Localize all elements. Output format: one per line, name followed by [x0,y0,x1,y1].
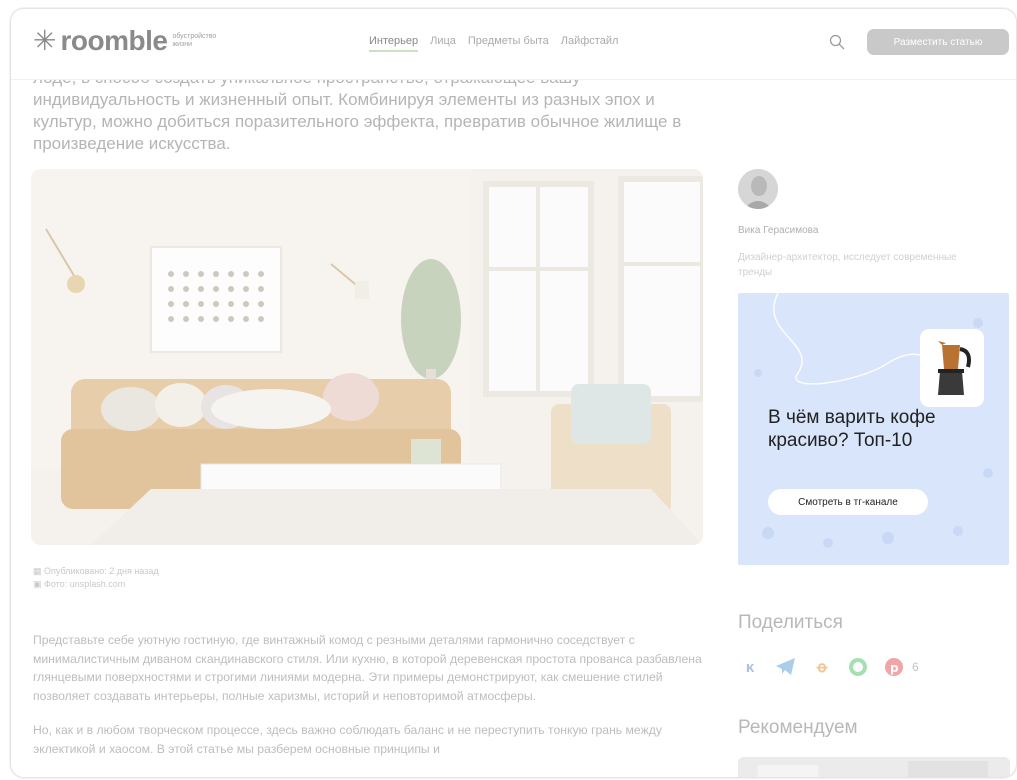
living-room-illustration [31,169,703,545]
asterisk-logo-icon: ✳ [33,25,57,56]
telegram-icon[interactable] [774,655,798,679]
photo-credit: ▣ Фото: unsplash.com [33,578,159,591]
published-text: Опубликовано: 2 дня назад [44,566,159,576]
author-avatar[interactable] [738,169,778,209]
nav-item-household[interactable]: Предметы быта [468,35,549,52]
svg-text:p: p [890,661,899,675]
promo-banner[interactable]: В чём варить кофе красиво? Топ-10 Смотре… [738,293,1009,565]
article-meta: ▦ Опубликовано: 2 дня назад ▣ Фото: unsp… [33,565,159,591]
search-icon[interactable] [829,34,845,50]
author-name[interactable]: Вика Герасимова [738,225,818,236]
moka-pot-icon [938,341,971,395]
vk-icon[interactable]: ᴋ [738,655,762,679]
coffee-maker-card [920,329,984,407]
recommended-article-image[interactable] [738,757,1010,777]
calendar-icon: ▦ [33,566,45,576]
publish-article-button[interactable]: Разместить статью [867,29,1009,55]
odnoklassniki-icon[interactable]: ꝋ [810,655,834,679]
site-logo[interactable]: ✳ roomble обустройство жизни [33,25,232,57]
article-intro: лоде, в способ создать уникальное простр… [33,68,682,153]
logo-text: roomble [60,25,168,56]
photo-icon: ▣ [33,579,45,589]
nav-item-faces[interactable]: Лица [430,35,456,52]
share-buttons: ᴋ ꝋ p 6 [738,655,919,679]
article-paragraph: Представьте себе уютную гостиную, где ви… [33,633,702,703]
share-title: Поделиться [738,612,843,633]
published-date: ▦ Опубликовано: 2 дня назад [33,565,159,578]
whatsapp-icon[interactable] [846,655,870,679]
logo-subtitle: обустройство жизни [172,33,217,48]
main-nav: Интерьер Лица Предметы быта Лайфстайл [369,35,618,52]
author-description: Дизайнер-архитектор, исследует современн… [738,252,957,278]
site-header: ✳ roomble обустройство жизни Интерьер Ли… [11,9,1016,80]
article-paragraph: Но, как и в любом творческом процессе, з… [33,723,662,756]
share-count: 6 [912,660,919,674]
recommend-title: Рекомендуем [738,717,858,738]
nav-item-lifestyle[interactable]: Лайфстайл [561,35,619,52]
promo-telegram-button[interactable]: Смотреть в тг-канале [768,489,928,515]
pinterest-icon[interactable]: p [882,655,906,679]
photo-credit-text: Фото: unsplash.com [44,579,126,589]
article-body: Представьте себе уютную гостиную, где ви… [33,631,705,774]
browser-page: лоде, в способ создать уникальное простр… [10,8,1017,778]
nav-item-interior[interactable]: Интерьер [369,35,419,52]
promo-title: В чём варить кофе красиво? Топ-10 [768,407,936,451]
article-hero-image [31,169,703,545]
